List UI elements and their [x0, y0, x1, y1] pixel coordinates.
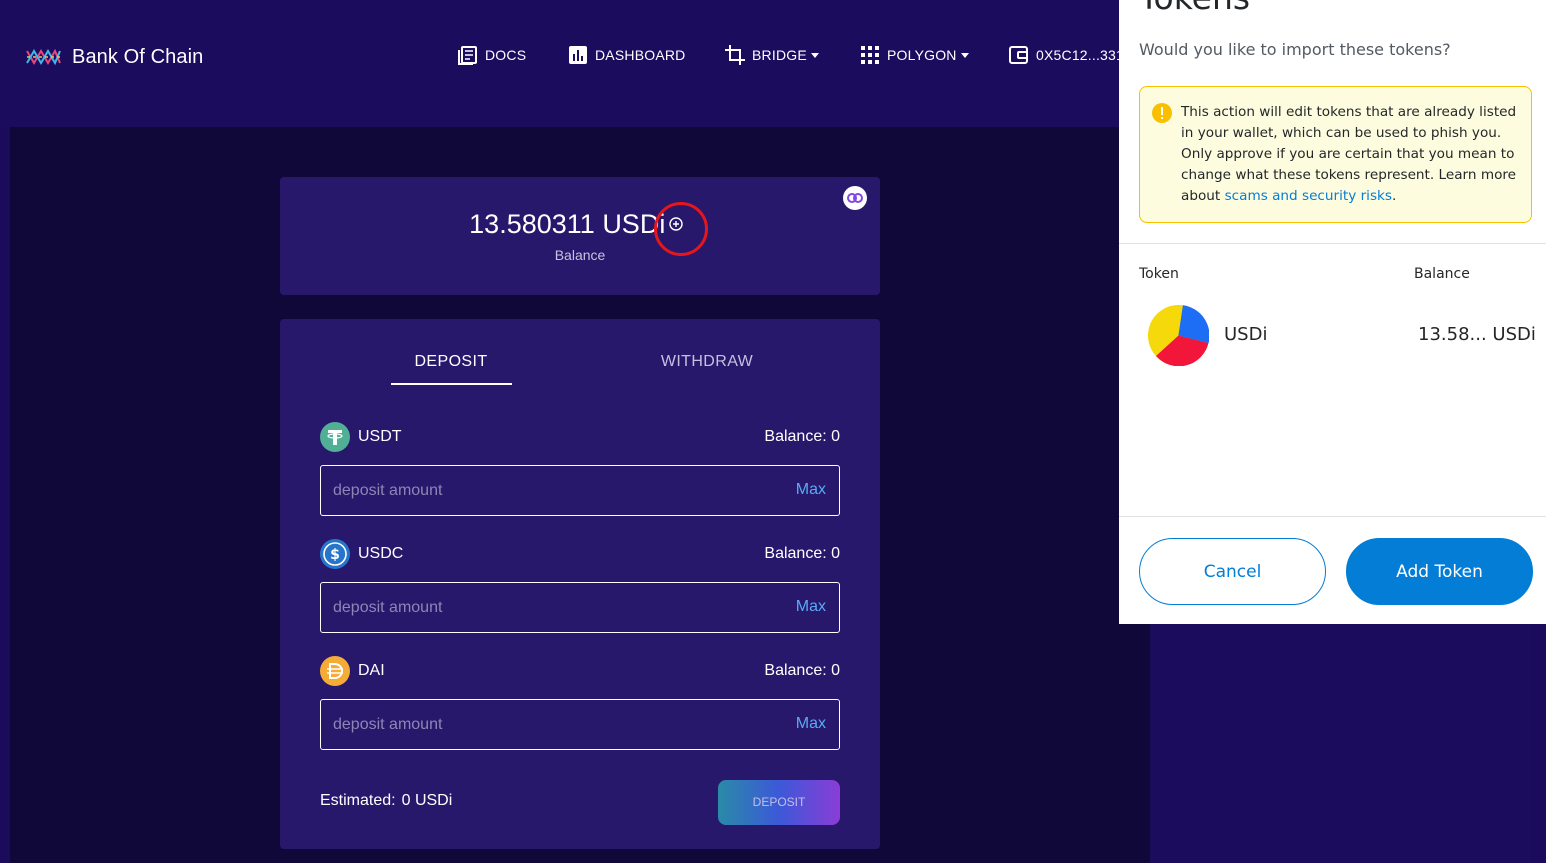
usdi-token-identicon [1148, 305, 1209, 366]
token-balance: 13.58... USDi [1418, 324, 1536, 345]
docs-icon [458, 46, 477, 65]
svg-text:$: $ [330, 547, 340, 563]
usdc-amount-field: Max [320, 582, 840, 633]
usdt-max-button[interactable]: Max [796, 481, 826, 499]
token-symbol: USDi [1224, 324, 1268, 345]
chevron-down-icon [810, 52, 819, 58]
nav-network[interactable]: POLYGON [860, 45, 969, 65]
dai-amount-field: Max [320, 699, 840, 750]
nav-bridge[interactable]: BRIDGE [725, 45, 819, 65]
dai-max-button[interactable]: Max [796, 715, 826, 733]
column-header-token: Token [1139, 266, 1179, 282]
balance-label: Balance [554, 247, 606, 263]
add-token-button[interactable]: Add Token [1346, 538, 1533, 605]
token-balance: Balance: 0 [764, 662, 840, 679]
token-row-usdc: $ USDC Balance: 0 [320, 539, 840, 569]
warning-info-icon [1152, 103, 1172, 123]
divider [1119, 516, 1546, 517]
nav-bridge-label: BRIDGE [752, 47, 807, 63]
token-balance: Balance: 0 [764, 545, 840, 562]
dialog-title: Tokens [1139, 0, 1250, 17]
nav-network-label: POLYGON [887, 47, 957, 63]
dai-icon [320, 656, 350, 686]
token-balance: Balance: 0 [764, 428, 840, 445]
warning-period: . [1392, 188, 1397, 204]
balance-amount: 13.580311 [469, 209, 595, 239]
nav-dashboard-label: DASHBOARD [595, 47, 686, 63]
brand-name: Bank Of Chain [72, 45, 204, 68]
warning-text: This action will edit tokens that are al… [1181, 102, 1521, 207]
estimated-label: Estimated: [320, 792, 396, 809]
token-name: USDC [358, 545, 404, 562]
divider [1119, 243, 1546, 244]
wallet-icon [1009, 46, 1028, 64]
token-name: DAI [358, 662, 385, 679]
nav-docs[interactable]: DOCS [458, 45, 526, 65]
deposit-button[interactable]: DEPOSIT [718, 780, 840, 825]
tab-withdraw[interactable]: WITHDRAW [647, 353, 767, 371]
background-strip [1150, 623, 1530, 863]
warning-box: This action will edit tokens that are al… [1139, 86, 1532, 223]
usdc-max-button[interactable]: Max [796, 598, 826, 616]
cancel-button[interactable]: Cancel [1139, 538, 1326, 605]
crop-bridge-icon [725, 45, 745, 65]
brand[interactable]: Bank Of Chain [25, 43, 203, 71]
active-tab-indicator [391, 383, 512, 385]
dashboard-icon [569, 46, 587, 64]
dai-amount-input[interactable] [333, 700, 773, 749]
usdt-amount-field: Max [320, 465, 840, 516]
deposit-form-card: DEPOSIT WITHDRAW USDT Balance: 0 Max $ U… [280, 319, 880, 849]
usdt-icon [320, 422, 350, 452]
nav-wallet[interactable]: 0X5C12...331 [1009, 45, 1124, 65]
dialog-subtitle: Would you like to import these tokens? [1139, 40, 1451, 59]
metamask-import-tokens-dialog: Tokens Would you like to import these to… [1119, 0, 1546, 624]
balance-card: 13.580311 USDi Balance [280, 177, 880, 295]
nav-docs-label: DOCS [485, 47, 527, 63]
chevron-down-icon [960, 52, 969, 58]
token-name: USDT [358, 428, 402, 445]
column-header-balance: Balance [1414, 266, 1470, 282]
usdc-amount-input[interactable] [333, 583, 773, 632]
nav-wallet-label: 0X5C12...331 [1036, 47, 1125, 63]
bank-of-chain-logo-icon [26, 48, 61, 66]
token-row-dai: DAI Balance: 0 [320, 656, 840, 686]
tab-deposit[interactable]: DEPOSIT [391, 353, 511, 371]
apps-grid-icon [861, 46, 879, 64]
polygon-chain-icon[interactable] [843, 186, 867, 210]
balance-value: 13.580311 USDi [280, 209, 880, 240]
token-row-usdt: USDT Balance: 0 [320, 422, 840, 452]
usdt-amount-input[interactable] [333, 466, 773, 515]
estimated-value: 0 USDi [401, 792, 453, 809]
scams-security-link[interactable]: scams and security risks [1225, 188, 1392, 204]
usdc-icon: $ [320, 539, 350, 569]
nav-dashboard[interactable]: DASHBOARD [568, 45, 685, 65]
estimated-output: Estimated: 0 USDi [320, 792, 452, 810]
